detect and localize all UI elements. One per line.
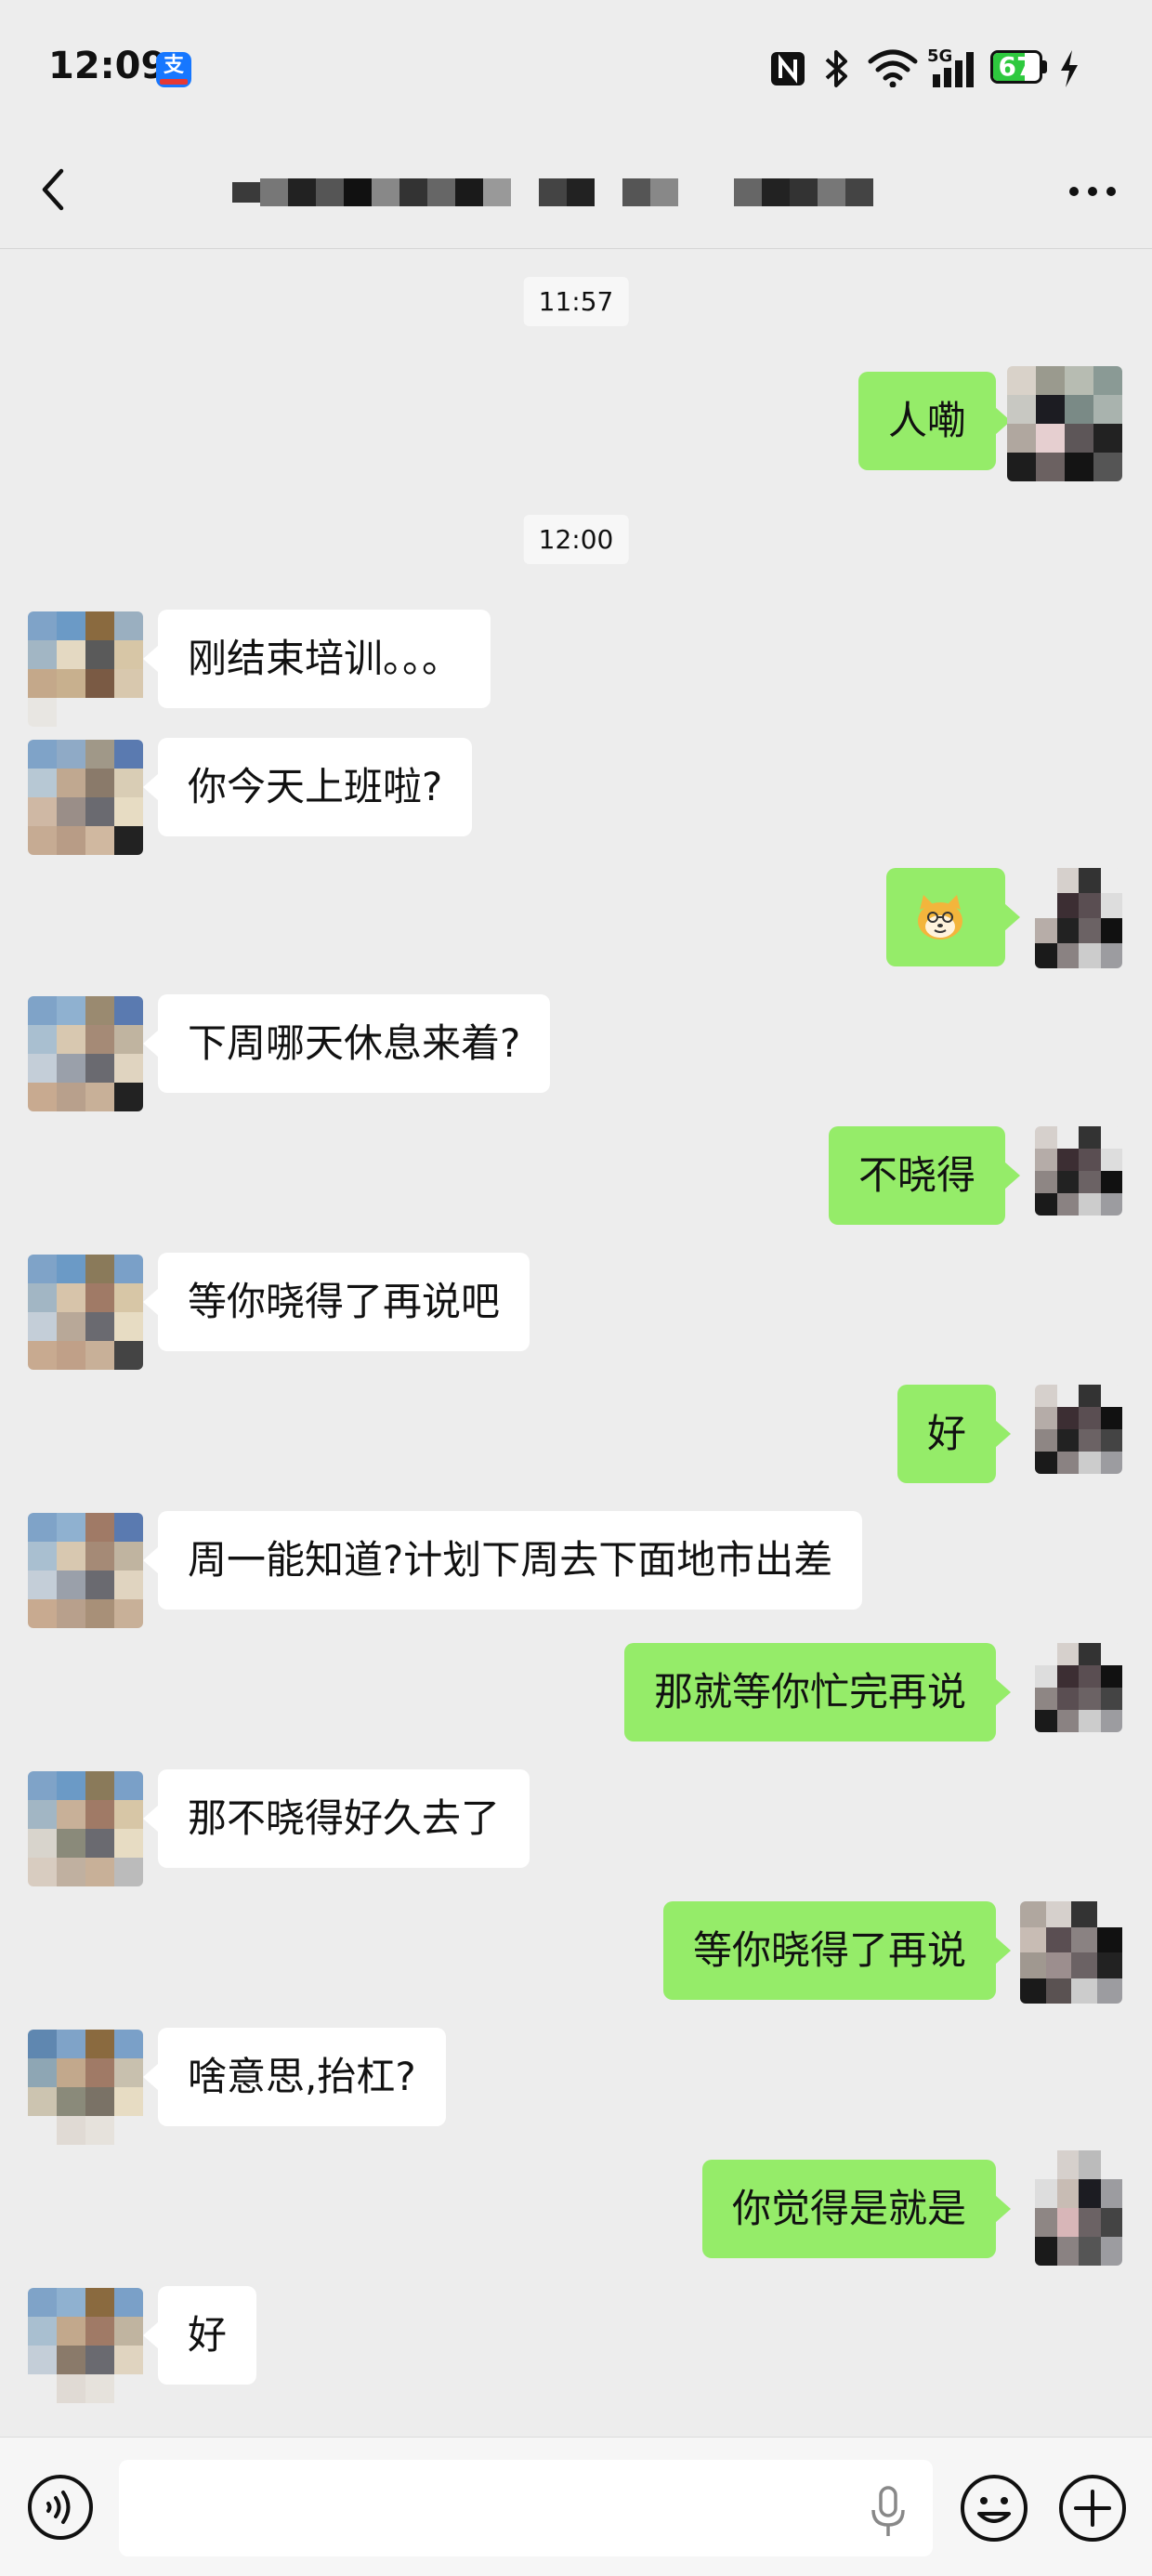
avatar-self[interactable] (1035, 868, 1122, 968)
message-bubble-incoming[interactable]: 等你晓得了再说吧 (142, 1253, 530, 1351)
nfc-icon (771, 52, 805, 85)
message-text: 你今天上班啦? (188, 764, 443, 809)
message-bubble-incoming[interactable]: 啥意思,抬杠? (143, 2028, 446, 2126)
message-text: 那就等你忙完再说 (653, 1669, 966, 1715)
avatar-self[interactable] (1035, 1126, 1122, 1216)
chat-title-blurred (232, 162, 901, 223)
message-text: 人嘞 (887, 398, 966, 443)
avatar-contact[interactable] (28, 2288, 143, 2403)
signal-icon (933, 52, 974, 87)
chevron-left-icon[interactable] (35, 164, 72, 216)
wifi-icon (868, 49, 918, 87)
timestamp: 12:00 (523, 515, 629, 564)
battery-level: 67 (998, 51, 1035, 82)
bluetooth-icon (825, 50, 847, 87)
message-input[interactable] (119, 2460, 933, 2556)
message-text: 啥意思,抬杠? (188, 2054, 416, 2099)
avatar-contact[interactable] (28, 1255, 143, 1370)
avatar-self[interactable] (1007, 366, 1122, 481)
message-bubble-outgoing[interactable]: 不晓得 (828, 1126, 1021, 1225)
message-text: 下周哪天休息来着? (188, 1020, 521, 1066)
message-text: 好 (188, 2312, 228, 2358)
message-bubble-incoming[interactable]: 周一能知道?计划下周去下面地市出差 (142, 1511, 863, 1610)
message-text: 你觉得是就是 (731, 2186, 966, 2231)
message-text: 等你晓得了再说 (692, 1927, 966, 1973)
message-bubble-incoming[interactable]: 那不晓得好久去了 (142, 1769, 530, 1868)
chat-header (0, 139, 1152, 249)
avatar-self[interactable] (1035, 2150, 1122, 2266)
avatar-self[interactable] (1035, 1385, 1122, 1474)
message-bubble-outgoing[interactable]: 那就等你忙完再说 (623, 1643, 1012, 1741)
message-bubble-incoming[interactable]: 你今天上班啦? (142, 738, 473, 836)
status-time: 12:09 (48, 45, 167, 87)
message-bubble-outgoing[interactable]: 好 (897, 1385, 1012, 1483)
avatar-self[interactable] (1020, 1901, 1122, 2004)
message-bubble-outgoing[interactable]: 人嘞 (857, 372, 1012, 470)
avatar-contact[interactable] (28, 740, 143, 855)
battery-icon: 67 (990, 50, 1048, 84)
avatar-contact[interactable] (28, 2030, 143, 2145)
avatar-contact[interactable] (28, 996, 143, 1111)
message-bubble-outgoing[interactable]: 你觉得是就是 (701, 2160, 1012, 2258)
doge-sticker (918, 895, 962, 940)
avatar-contact[interactable] (28, 1513, 143, 1628)
emoji-icon[interactable] (959, 2473, 1029, 2543)
charging-icon (1061, 50, 1078, 87)
avatar-contact[interactable] (28, 1771, 143, 1886)
avatar-contact[interactable] (28, 611, 143, 727)
message-bubble-outgoing[interactable] (886, 868, 1020, 966)
timestamp: 11:57 (523, 277, 629, 326)
microphone-icon[interactable] (868, 2486, 909, 2538)
message-text: 不晓得 (857, 1152, 975, 1198)
message-bubble-incoming[interactable]: 刚结束培训。。。 (142, 610, 491, 708)
message-text: 等你晓得了再说吧 (188, 1279, 501, 1324)
chat-message-list[interactable]: 11:57 人嘞 12:00 刚结束培训。。。 你今天上班啦? 下周哪天休息来着… (0, 249, 1152, 2437)
status-bar: 12:09 支 5G 67 (0, 0, 1152, 139)
message-bubble-incoming[interactable]: 好 (142, 2286, 257, 2385)
message-bubble-incoming[interactable]: 下周哪天休息来着? (142, 994, 551, 1093)
message-text: 好 (926, 1411, 966, 1456)
more-horizontal-icon[interactable] (1067, 173, 1119, 210)
message-text: 周一能知道?计划下周去下面地市出差 (188, 1537, 833, 1583)
chat-input-bar (0, 2437, 1152, 2576)
avatar-self[interactable] (1035, 1643, 1122, 1732)
message-text: 那不晓得好久去了 (188, 1795, 501, 1841)
voice-icon[interactable] (26, 2473, 95, 2542)
message-bubble-outgoing[interactable]: 等你晓得了再说 (662, 1901, 1012, 2000)
alipay-app-icon: 支 (156, 52, 191, 87)
message-text: 刚结束培训。。。 (188, 636, 462, 681)
plus-icon[interactable] (1057, 2473, 1128, 2543)
